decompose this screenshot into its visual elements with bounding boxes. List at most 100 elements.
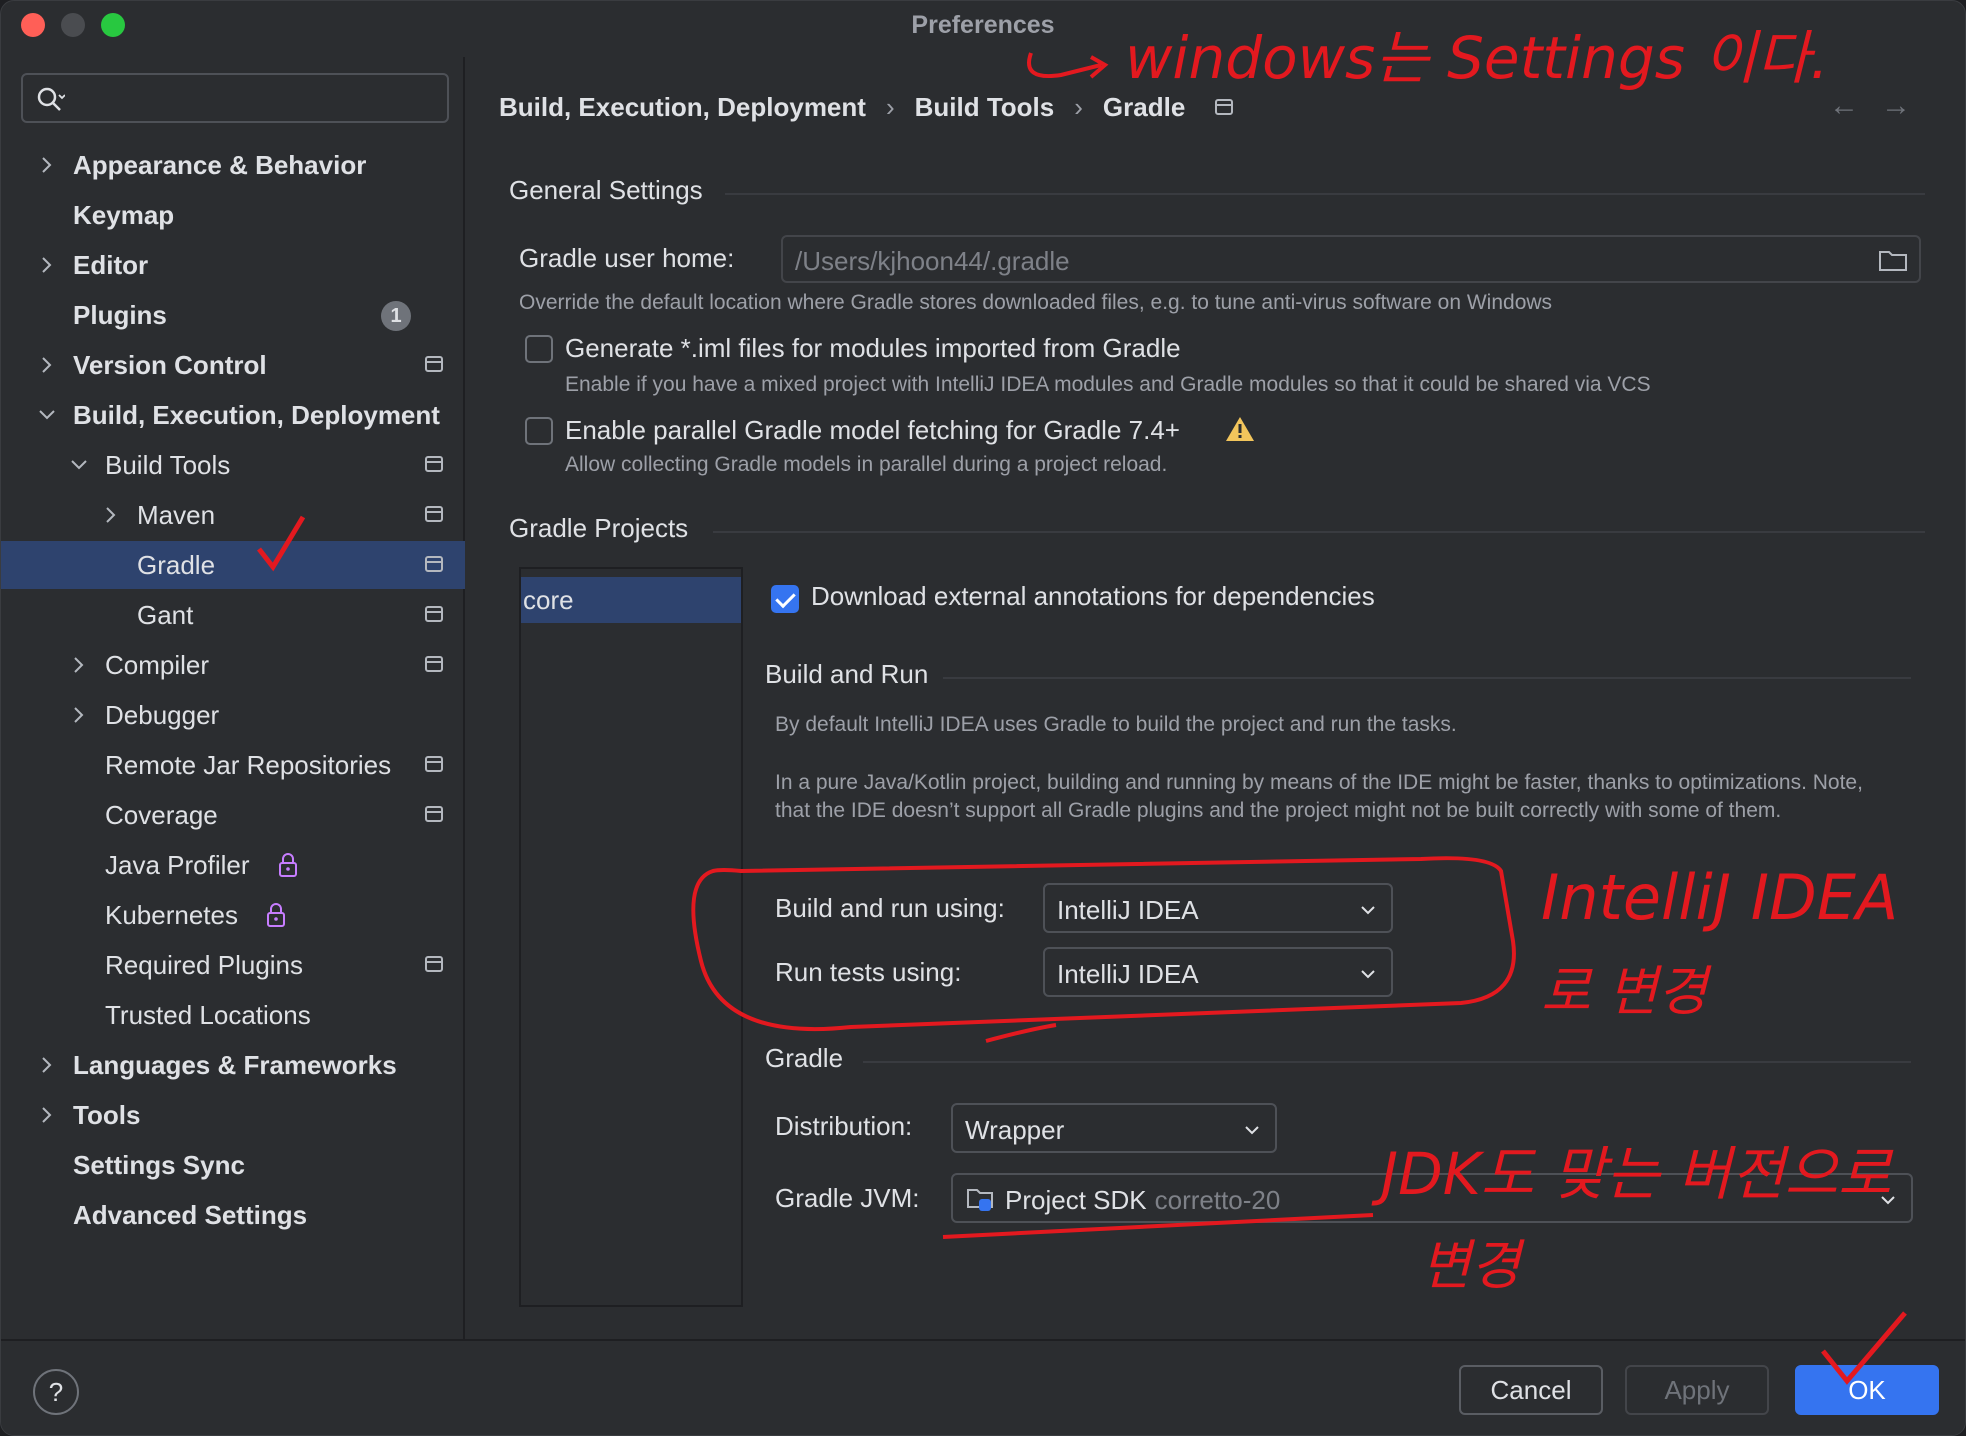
project-level-icon <box>425 956 443 972</box>
chevron-down-icon <box>1245 1126 1259 1135</box>
separator <box>863 1061 1911 1063</box>
dialog-footer: ? Cancel Apply OK <box>1 1339 1965 1435</box>
sidebar-item-java-profiler[interactable]: Java Profiler <box>1 841 465 889</box>
sidebar-item-appearance[interactable]: Appearance & Behavior <box>1 141 465 189</box>
forward-arrow-icon[interactable]: → <box>1881 89 1911 123</box>
build-run-note: In a pure Java/Kotlin project, building … <box>775 771 1863 822</box>
project-item-core[interactable]: core <box>521 577 741 623</box>
run-tests-using-value: IntelliJ IDEA <box>1057 959 1199 989</box>
chevron-right-icon <box>42 257 52 273</box>
breadcrumb-item: Gradle <box>1102 91 1186 122</box>
sidebar-item-version-control[interactable]: Version Control <box>1 341 465 389</box>
gradle-projects-list: core <box>519 567 743 1307</box>
general-settings-title: General Settings <box>509 175 703 205</box>
gradle-jvm-version: corretto-20 <box>1154 1185 1281 1215</box>
sidebar-item-gradle[interactable]: Gradle <box>1 541 465 589</box>
sidebar-item-gant[interactable]: Gant <box>1 591 465 639</box>
sidebar-item-label: Advanced Settings <box>73 1199 308 1230</box>
sidebar-item-remote-jar-repositories[interactable]: Remote Jar Repositories <box>1 741 465 789</box>
cancel-button[interactable]: Cancel <box>1459 1365 1603 1415</box>
sidebar-item-build-tools[interactable]: Build Tools <box>1 441 465 489</box>
project-level-icon <box>425 806 443 822</box>
sidebar-item-label: Java Profiler <box>105 849 250 880</box>
back-arrow-icon[interactable]: ← <box>1829 89 1859 123</box>
chevron-right-icon <box>74 707 84 723</box>
sidebar-item-advanced-settings[interactable]: Advanced Settings <box>1 1191 465 1239</box>
sidebar-item-label: Editor <box>73 249 149 280</box>
generate-iml-hint: Enable if you have a mixed project with … <box>565 373 1651 396</box>
sidebar-item-editor[interactable]: Editor <box>1 241 465 289</box>
parallel-fetching-checkbox[interactable] <box>525 417 553 445</box>
run-tests-using-dropdown[interactable]: IntelliJ IDEA <box>1043 947 1393 997</box>
distribution-value: Wrapper <box>965 1115 1065 1145</box>
gradle-jvm-label: Gradle JVM: <box>775 1183 920 1213</box>
search-icon <box>37 87 65 111</box>
sidebar-item-kubernetes[interactable]: Kubernetes <box>1 891 465 939</box>
sdk-folder-icon <box>967 1189 993 1211</box>
warning-icon <box>1226 417 1254 441</box>
sidebar-item-label: Compiler <box>105 649 210 680</box>
breadcrumb-item[interactable]: Build, Execution, Deployment <box>499 92 866 123</box>
download-annotations-label: Download external annotations for depend… <box>811 581 1375 611</box>
search-input[interactable] <box>21 73 449 123</box>
sidebar-item-label: Kubernetes <box>105 899 238 930</box>
sidebar-item-label: Keymap <box>73 199 175 230</box>
sidebar-item-trusted-locations[interactable]: Trusted Locations <box>1 991 465 1039</box>
generate-iml-checkbox[interactable] <box>525 335 553 363</box>
distribution-dropdown[interactable]: Wrapper <box>951 1103 1277 1153</box>
gradle-user-home-field[interactable]: /Users/kjhoon44/.gradle <box>781 235 1921 283</box>
sidebar-item-label: Required Plugins <box>105 949 304 980</box>
sidebar-item-label: Gant <box>137 599 194 630</box>
build-run-using-label: Build and run using: <box>775 893 1005 923</box>
sidebar-item-coverage[interactable]: Coverage <box>1 791 465 839</box>
sidebar-item-tools[interactable]: Tools <box>1 1091 465 1139</box>
gradle-section-title: Gradle <box>765 1043 844 1073</box>
project-level-icon <box>425 356 443 372</box>
project-level-icon <box>425 456 443 472</box>
sidebar-item-languages-frameworks[interactable]: Languages & Frameworks <box>1 1041 465 1089</box>
download-annotations-checkbox[interactable] <box>771 585 799 613</box>
ok-button[interactable]: OK <box>1795 1365 1939 1415</box>
sidebar-item-settings-sync[interactable]: Settings Sync <box>1 1141 465 1189</box>
distribution-label: Distribution: <box>775 1111 913 1141</box>
build-run-using-dropdown[interactable]: IntelliJ IDEA <box>1043 883 1393 933</box>
help-button[interactable]: ? <box>33 1369 79 1415</box>
sidebar-item-required-plugins[interactable]: Required Plugins <box>1 941 465 989</box>
gradle-user-home-hint: Override the default location where Grad… <box>519 291 1553 314</box>
sidebar-item-build-execution-deployment[interactable]: Build, Execution, Deployment <box>1 391 465 439</box>
gradle-projects-title: Gradle Projects <box>509 513 689 543</box>
sidebar-item-label: Languages & Frameworks <box>73 1049 397 1080</box>
breadcrumb-item[interactable]: Build Tools <box>915 92 1055 123</box>
settings-sidebar: Appearance & Behavior Keymap Editor Plug… <box>1 57 465 1339</box>
sidebar-item-keymap[interactable]: Keymap <box>1 191 465 239</box>
project-level-icon <box>1215 99 1234 115</box>
run-tests-using-label: Run tests using: <box>775 957 962 987</box>
apply-button[interactable]: Apply <box>1625 1365 1769 1415</box>
sidebar-item-plugins[interactable]: Plugins 1 <box>1 291 465 339</box>
sidebar-item-maven[interactable]: Maven <box>1 491 465 539</box>
gradle-jvm-value: Project SDK corretto-20 <box>1005 1185 1280 1216</box>
project-level-icon <box>425 756 443 772</box>
gradle-jvm-sdk: Project SDK <box>1005 1185 1147 1215</box>
sidebar-item-label: Version Control <box>73 349 267 380</box>
chevron-right-icon <box>106 507 116 523</box>
parallel-fetching-label: Enable parallel Gradle model fetching fo… <box>565 415 1180 445</box>
sidebar-item-compiler[interactable]: Compiler <box>1 641 465 689</box>
sidebar-item-label: Tools <box>73 1099 141 1130</box>
folder-icon[interactable] <box>1879 249 1907 271</box>
annotation-note: JDK도 맞는 버전으로 <box>1381 1140 1892 1208</box>
chevron-down-icon <box>39 410 55 420</box>
project-level-icon <box>425 506 443 522</box>
project-level-icon <box>425 556 443 572</box>
project-level-icon <box>425 656 443 672</box>
sidebar-item-label: Plugins <box>73 299 167 330</box>
sidebar-item-label: Debugger <box>105 699 220 730</box>
chevron-right-icon <box>42 157 52 173</box>
separator <box>725 193 1925 195</box>
sidebar-item-label: Coverage <box>105 799 218 830</box>
sidebar-item-debugger[interactable]: Debugger <box>1 691 465 739</box>
breadcrumb-separator: › <box>1074 91 1083 122</box>
preferences-window: Preferences Appearance & Behavior Keymap… <box>0 0 1966 1436</box>
lock-icon <box>279 853 297 877</box>
chevron-down-icon <box>1361 906 1375 915</box>
